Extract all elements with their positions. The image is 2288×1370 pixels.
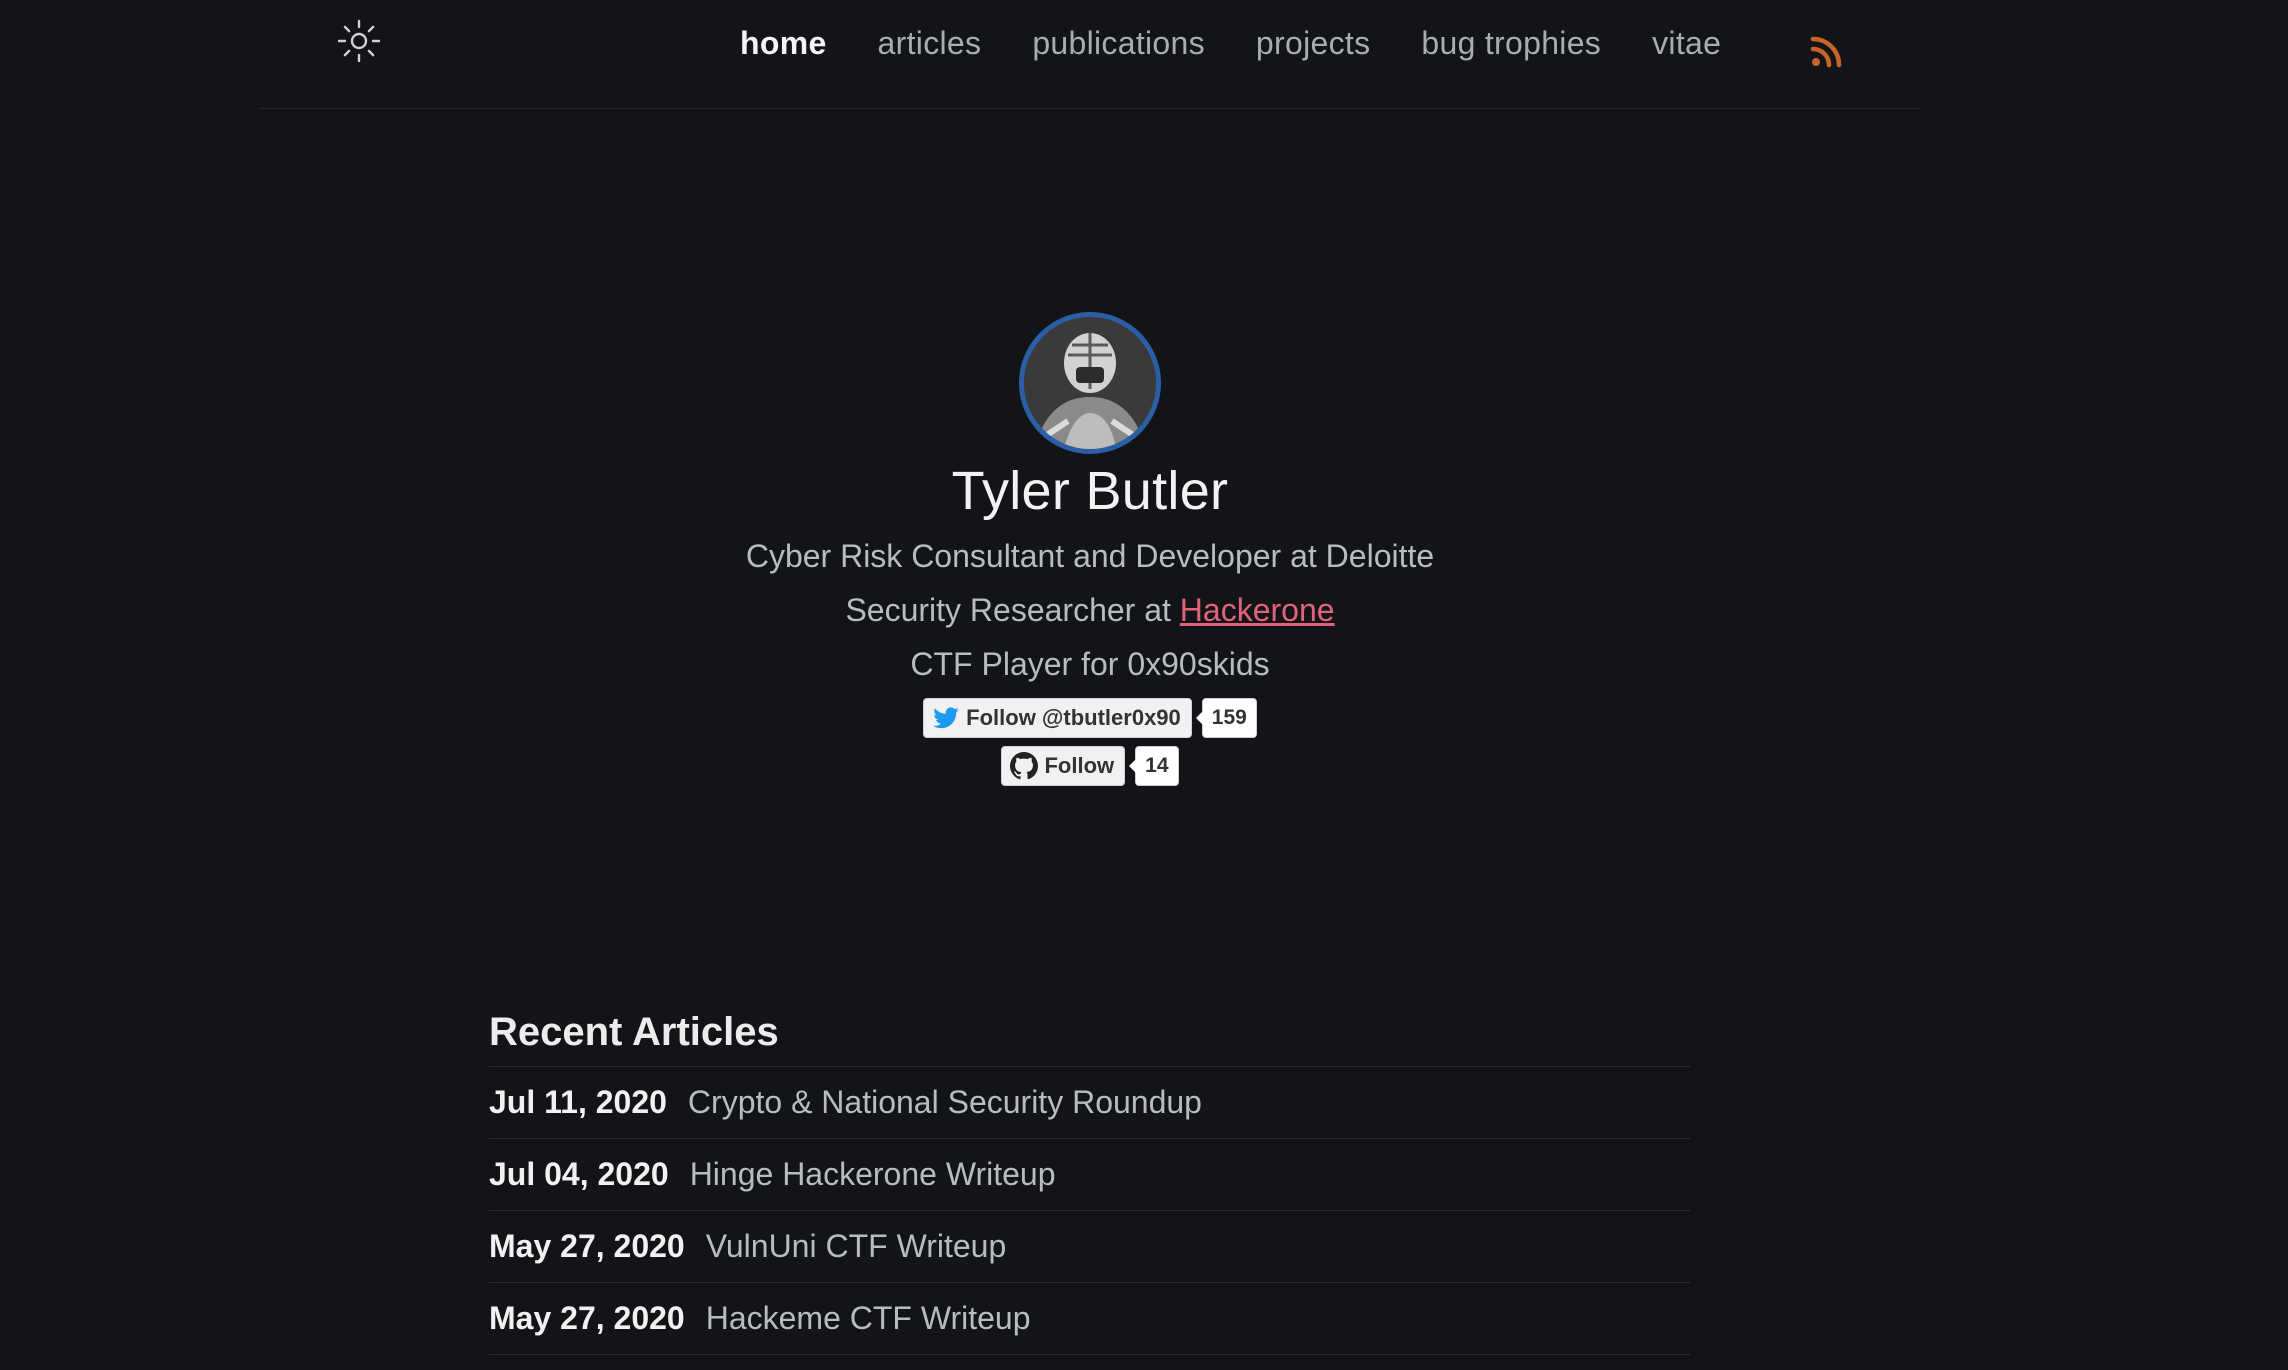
nav-bug-trophies[interactable]: bug trophies <box>1421 25 1601 62</box>
article-row[interactable]: May 27, 2020 VulnUni CTF Writeup <box>489 1211 1690 1283</box>
article-title-link[interactable]: Crypto & National Security Roundup <box>688 1084 1202 1121</box>
page: home articles publications projects bug … <box>0 0 2288 1370</box>
github-follower-count[interactable]: 14 <box>1129 746 1179 786</box>
nav-vitae[interactable]: vitae <box>1652 25 1721 62</box>
twitter-follow-button[interactable]: Follow @tbutler0x90 <box>923 698 1192 738</box>
recent-articles: Recent Articles Jul 11, 2020 Crypto & Na… <box>489 998 1690 1355</box>
profile-role: Cyber Risk Consultant and Developer at D… <box>745 538 1435 574</box>
nav-articles[interactable]: articles <box>878 25 982 62</box>
article-date: May 27, 2020 <box>489 1300 685 1336</box>
github-follow-button[interactable]: Follow <box>1001 746 1126 786</box>
github-follow-widget: Follow 14 <box>1001 746 1179 786</box>
article-title-link[interactable]: Hackeme CTF Writeup <box>706 1300 1031 1337</box>
rss-link[interactable] <box>1810 34 1844 68</box>
avatar-image <box>1024 317 1156 449</box>
article-row[interactable]: Jul 04, 2020 Hinge Hackerone Writeup <box>489 1139 1690 1211</box>
github-icon <box>1010 752 1039 780</box>
github-follow-label: Follow <box>1044 753 1115 778</box>
twitter-bird-icon <box>933 707 960 729</box>
nav-publications[interactable]: publications <box>1032 25 1205 62</box>
article-title-link[interactable]: VulnUni CTF Writeup <box>706 1228 1007 1265</box>
recent-articles-heading: Recent Articles <box>489 998 1690 1067</box>
avatar <box>1019 312 1161 454</box>
article-row[interactable]: Jul 11, 2020 Crypto & National Security … <box>489 1067 1690 1139</box>
twitter-follow-widget: Follow @tbutler0x90 159 <box>923 698 1257 738</box>
rss-icon <box>1810 36 1842 68</box>
theme-toggle-button[interactable] <box>336 18 382 64</box>
article-date: May 27, 2020 <box>489 1228 685 1264</box>
profile-section: Tyler Butler Cyber Risk Consultant and D… <box>0 312 2180 786</box>
article-date: Jul 11, 2020 <box>489 1084 667 1120</box>
sun-icon <box>337 19 381 63</box>
profile-ctf: CTF Player for 0x90skids <box>910 646 1270 682</box>
site-header: home articles publications projects bug … <box>260 0 1920 109</box>
article-title-link[interactable]: Hinge Hackerone Writeup <box>690 1156 1056 1193</box>
article-row[interactable]: May 27, 2020 Hackeme CTF Writeup <box>489 1283 1690 1355</box>
nav-home[interactable]: home <box>740 25 827 62</box>
hackerone-link[interactable]: Hackerone <box>1180 592 1335 628</box>
profile-research-prefix: Security Researcher at <box>845 592 1180 628</box>
nav-projects[interactable]: projects <box>1256 25 1370 62</box>
twitter-follow-label: Follow @tbutler0x90 <box>966 705 1181 730</box>
twitter-follower-count[interactable]: 159 <box>1195 698 1257 738</box>
main-nav: home articles publications projects bug … <box>740 0 1772 86</box>
profile-name: Tyler Butler <box>951 461 1229 521</box>
article-date: Jul 04, 2020 <box>489 1156 669 1192</box>
profile-research: Security Researcher at Hackerone <box>845 590 1334 630</box>
